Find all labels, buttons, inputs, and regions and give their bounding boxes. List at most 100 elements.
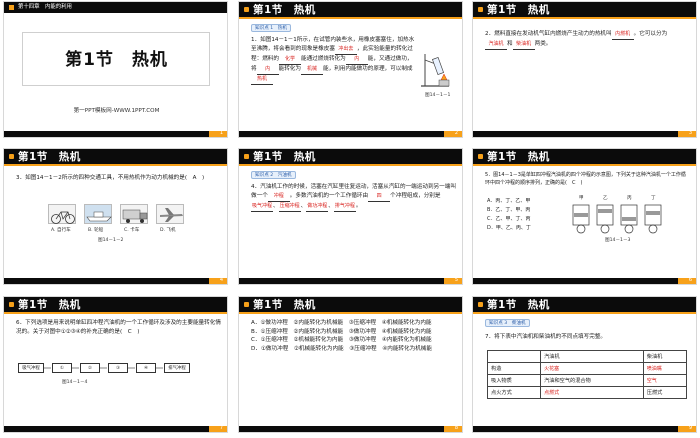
slide-4-thumbnail[interactable]: 第1节 热机 3．如图14－1－2所示的四种交通工具，不用热机作为动力机械的是(…: [3, 148, 228, 285]
question-text: 2．燃料直接在发动机气缸内燃烧产生动力的热机叫 内燃机 。它可以分为汽油机和柴油机两…: [485, 30, 685, 50]
ship-image: [84, 204, 112, 224]
footer-accent: [444, 131, 462, 137]
answer-blank: 内: [345, 55, 368, 65]
table-cell: 压燃式: [642, 386, 688, 399]
comparison-table: 汽油机 柴油机 构造 火花塞 喷油嘴 吸入物质 汽油和空气的混合物 空气 点火方…: [486, 350, 688, 399]
orange-square-icon: [478, 302, 483, 307]
engine-strokes-diagram: [572, 204, 662, 234]
orange-square-icon: [478, 7, 483, 12]
slide-header: 第1节 热机: [4, 149, 227, 166]
header-stripe: [473, 312, 696, 314]
slide-8-thumbnail[interactable]: 第1节 热机 A．①做功冲程 ②内能转化为机械能 ③压缩冲程 ④机械能转化为内能…: [238, 296, 463, 433]
option-c[interactable]: C．乙、甲、丁、丙: [487, 215, 557, 224]
option-b[interactable]: B．①压缩冲程 ②内能转化为机械能 ③做功冲程 ④机械能转化为内能: [251, 328, 456, 337]
answer-blank: 热机: [251, 75, 273, 85]
footer-accent: [678, 278, 696, 284]
slide-header: 第1节 热机: [473, 149, 696, 166]
label-bing: 丙: [627, 196, 632, 201]
answer-blank: 化学: [278, 55, 301, 65]
slide-title: 第1节 热机: [65, 50, 168, 70]
table-header: 柴油机: [642, 350, 688, 363]
slide-footer: 6: [473, 277, 696, 284]
table-row: 构造 火花塞 喷油嘴: [486, 362, 688, 375]
slide-number: 1: [219, 130, 223, 136]
slide-header: 第1节 热机: [239, 2, 462, 19]
slide-header: 第1节 热机: [473, 297, 696, 314]
option-a[interactable]: A．①做功冲程 ②内能转化为机械能 ③压缩冲程 ④机械能转化为内能: [251, 319, 456, 328]
header-stripe: [239, 17, 462, 19]
slide-footer: 3: [473, 130, 696, 137]
caption-bicycle: A. 自行车: [51, 228, 71, 233]
knowledge-tag: 知识点 2 汽油机: [251, 171, 296, 179]
option-a[interactable]: A．丙、丁、乙、甲: [487, 197, 557, 206]
slide-7-thumbnail[interactable]: 第1节 热机 6．下列选项是用来说明单缸四冲程汽油机的一个工作循环及涉及的主要能…: [3, 296, 228, 433]
slide-9-thumbnail[interactable]: 第1节 热机 知识点 3 柴油机 7．将下表中汽油机和柴油机的不同点填写完整。 …: [472, 296, 697, 433]
test-tube-apparatus-image: [421, 54, 450, 87]
options-list: A．①做功冲程 ②内能转化为机械能 ③压缩冲程 ④机械能转化为内能 B．①压缩冲…: [251, 319, 456, 353]
orange-square-icon: [244, 154, 249, 159]
table-cell: 点火方式: [486, 386, 542, 399]
chapter-title: 第十四章 内能的利用: [18, 4, 72, 10]
slide-5-thumbnail[interactable]: 第1节 热机 知识点 2 汽油机 4．汽油机工作的时候，活塞在汽缸里往复运动，活…: [238, 148, 463, 285]
slide-number: 3: [688, 130, 692, 136]
header-stripe: [239, 312, 462, 314]
answer-blank: 汽油机: [485, 40, 507, 50]
answer-blank: 压缩冲程: [278, 202, 301, 212]
label-ding: 丁: [651, 196, 656, 201]
footer-accent: [209, 131, 227, 137]
slide-number: 4: [219, 277, 223, 283]
header-stripe: [239, 164, 462, 166]
slide-footer: 9: [473, 425, 696, 432]
answer-blank: 做功冲程: [306, 202, 329, 212]
question-text: 1．如图14－1－1所示，在试管内装些水，用橡皮塞塞住，加热水至沸腾，将会看到的…: [251, 36, 416, 85]
footer-accent: [678, 426, 696, 432]
orange-square-icon: [478, 154, 483, 159]
question-text: 4．汽油机工作的时候，活塞在汽缸里往复运动，活塞从汽缸的一端运动到另一端叫做一个…: [251, 183, 456, 212]
slide-header: 第1节 热机: [4, 297, 227, 314]
slide-2-thumbnail[interactable]: 第1节 热机 知识点 1 热机 1．如图14－1－1所示，在试管内装些水，用橡皮…: [238, 1, 463, 138]
header-stripe: [4, 312, 227, 314]
knowledge-tag: 知识点 3 柴油机: [485, 319, 530, 327]
answer-blank: 排气冲程: [333, 202, 356, 212]
option-b[interactable]: B．乙、丁、甲、丙: [487, 206, 557, 215]
answer-blank: 冲出去: [334, 45, 357, 55]
slide-footer: 4: [4, 277, 227, 284]
slide-3-thumbnail[interactable]: 第1节 热机 2．燃料直接在发动机气缸内燃烧产生动力的热机叫 内燃机 。它可以分为汽…: [472, 1, 697, 138]
table-row: 点火方式 点燃式 压燃式: [486, 386, 688, 399]
table-row: 汽油机 柴油机: [486, 350, 688, 363]
site-label: 第一PPT模板网-WWW.1PPT.COM: [73, 108, 160, 114]
orange-square-icon: [9, 5, 14, 10]
truck-image: [120, 204, 148, 224]
question-text: 3．如图14－1－2所示的四种交通工具，不用热机作为动力机械的是( A ): [16, 175, 205, 181]
figure-caption: 图14－1－4: [62, 380, 88, 385]
header-stripe: [4, 164, 227, 166]
header-title: 第1节 热机: [253, 299, 316, 311]
caption-truck: C. 卡车: [124, 228, 140, 233]
option-c[interactable]: C．①压缩冲程 ②机械能转化为内能 ③做功冲程 ④内能转化为机械能: [251, 336, 456, 345]
option-d[interactable]: D．甲、乙、丙、丁: [487, 224, 557, 233]
caption-ship: B. 轮船: [88, 228, 104, 233]
option-d[interactable]: D．①做功冲程 ②机械能转化为内能 ③压缩冲程 ④内能转化为机械能: [251, 345, 456, 354]
footer-accent: [444, 278, 462, 284]
footer-accent: [209, 426, 227, 432]
answer-blank: 冲程: [267, 192, 290, 202]
slide-number: 8: [454, 425, 458, 431]
slide-number: 6: [688, 277, 692, 283]
header-title: 第1节 热机: [18, 151, 81, 163]
label-jia: 甲: [579, 196, 584, 201]
table-cell-answer: 空气: [642, 374, 688, 387]
slide-6-thumbnail[interactable]: 第1节 热机 5．图14－1－3是单缸四冲程汽油机的四个冲程的示意图，下列关于这…: [472, 148, 697, 285]
orange-square-icon: [244, 7, 249, 12]
figure-caption: 图14－1－1: [425, 93, 451, 98]
slide-1-thumbnail[interactable]: 第十四章 内能的利用 第1节 热机 第一PPT模板网-WWW.1PPT.COM …: [3, 1, 228, 138]
slide-footer: 2: [239, 130, 462, 137]
options-list: A．丙、丁、乙、甲 B．乙、丁、甲、丙 C．乙、甲、丁、丙 D．甲、乙、丙、丁: [487, 197, 557, 233]
airplane-image: [156, 204, 184, 224]
orange-square-icon: [9, 154, 14, 159]
table-cell-answer: 点燃式: [540, 386, 644, 399]
table-cell: [486, 350, 542, 363]
answer-blank: 柴油机: [512, 40, 535, 50]
answer-blank: 内燃机: [611, 30, 634, 40]
knowledge-tag: 知识点 1 热机: [251, 24, 291, 32]
table-row: 吸入物质 汽油和空气的混合物 空气: [486, 374, 688, 387]
